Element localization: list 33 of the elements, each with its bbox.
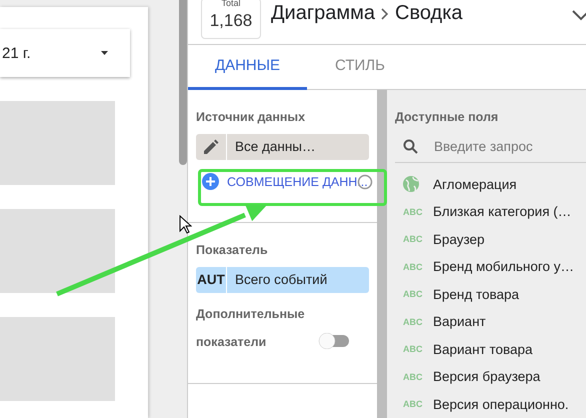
- section-label: Источник данных: [196, 110, 306, 124]
- caret-icon: [101, 51, 108, 55]
- search-icon: [403, 139, 418, 154]
- chevron-right-icon: [381, 8, 390, 20]
- chevron-down-icon[interactable]: [572, 9, 586, 21]
- metric-chip[interactable]: AUT Всего событий: [196, 266, 369, 292]
- section-label: Дополнительные: [196, 306, 305, 320]
- pencil-icon: [203, 138, 219, 154]
- search-field[interactable]: Введите запрос: [432, 138, 586, 155]
- tab[interactable]: СТИЛЬ: [307, 45, 413, 90]
- section-label: Показатель: [196, 242, 269, 256]
- section-label: показатели: [196, 334, 268, 348]
- toggle-switch[interactable]: [317, 332, 351, 348]
- field-item[interactable]: ABC Браузер: [395, 226, 586, 253]
- plus-circle-icon: [202, 173, 219, 190]
- field-item[interactable]: ABC Бренд мобильного у…: [395, 253, 586, 280]
- date-dropdown[interactable]: 21 г.: [0, 29, 130, 77]
- total-value: 1,168: [210, 10, 252, 32]
- tab[interactable]: ДАННЫЕ: [188, 45, 307, 90]
- section-label: Доступные поля: [395, 110, 500, 124]
- field-item[interactable]: ABC Вариант товара: [395, 336, 586, 363]
- globe-icon: [403, 176, 419, 192]
- field-item[interactable]: ABC Версия операционно.: [395, 390, 586, 418]
- blend-data-button[interactable]: СОВМЕЩЕНИЕ ДАНН...: [196, 168, 369, 196]
- field-item[interactable]: ABC Вариант: [395, 308, 586, 336]
- field-item[interactable]: Агломерация: [395, 170, 586, 198]
- breadcrumb-item: Сводка: [395, 2, 463, 25]
- data-source-chip[interactable]: Все данны…: [196, 134, 369, 160]
- field-item[interactable]: ABC Близкая категория (…: [395, 198, 586, 226]
- field-item[interactable]: ABC Бренд товара: [395, 280, 586, 308]
- breadcrumb-item: Диаграмма: [271, 2, 376, 25]
- scrollbar-thumb[interactable]: [178, 0, 187, 165]
- field-item[interactable]: ABC Версия браузера: [395, 363, 586, 390]
